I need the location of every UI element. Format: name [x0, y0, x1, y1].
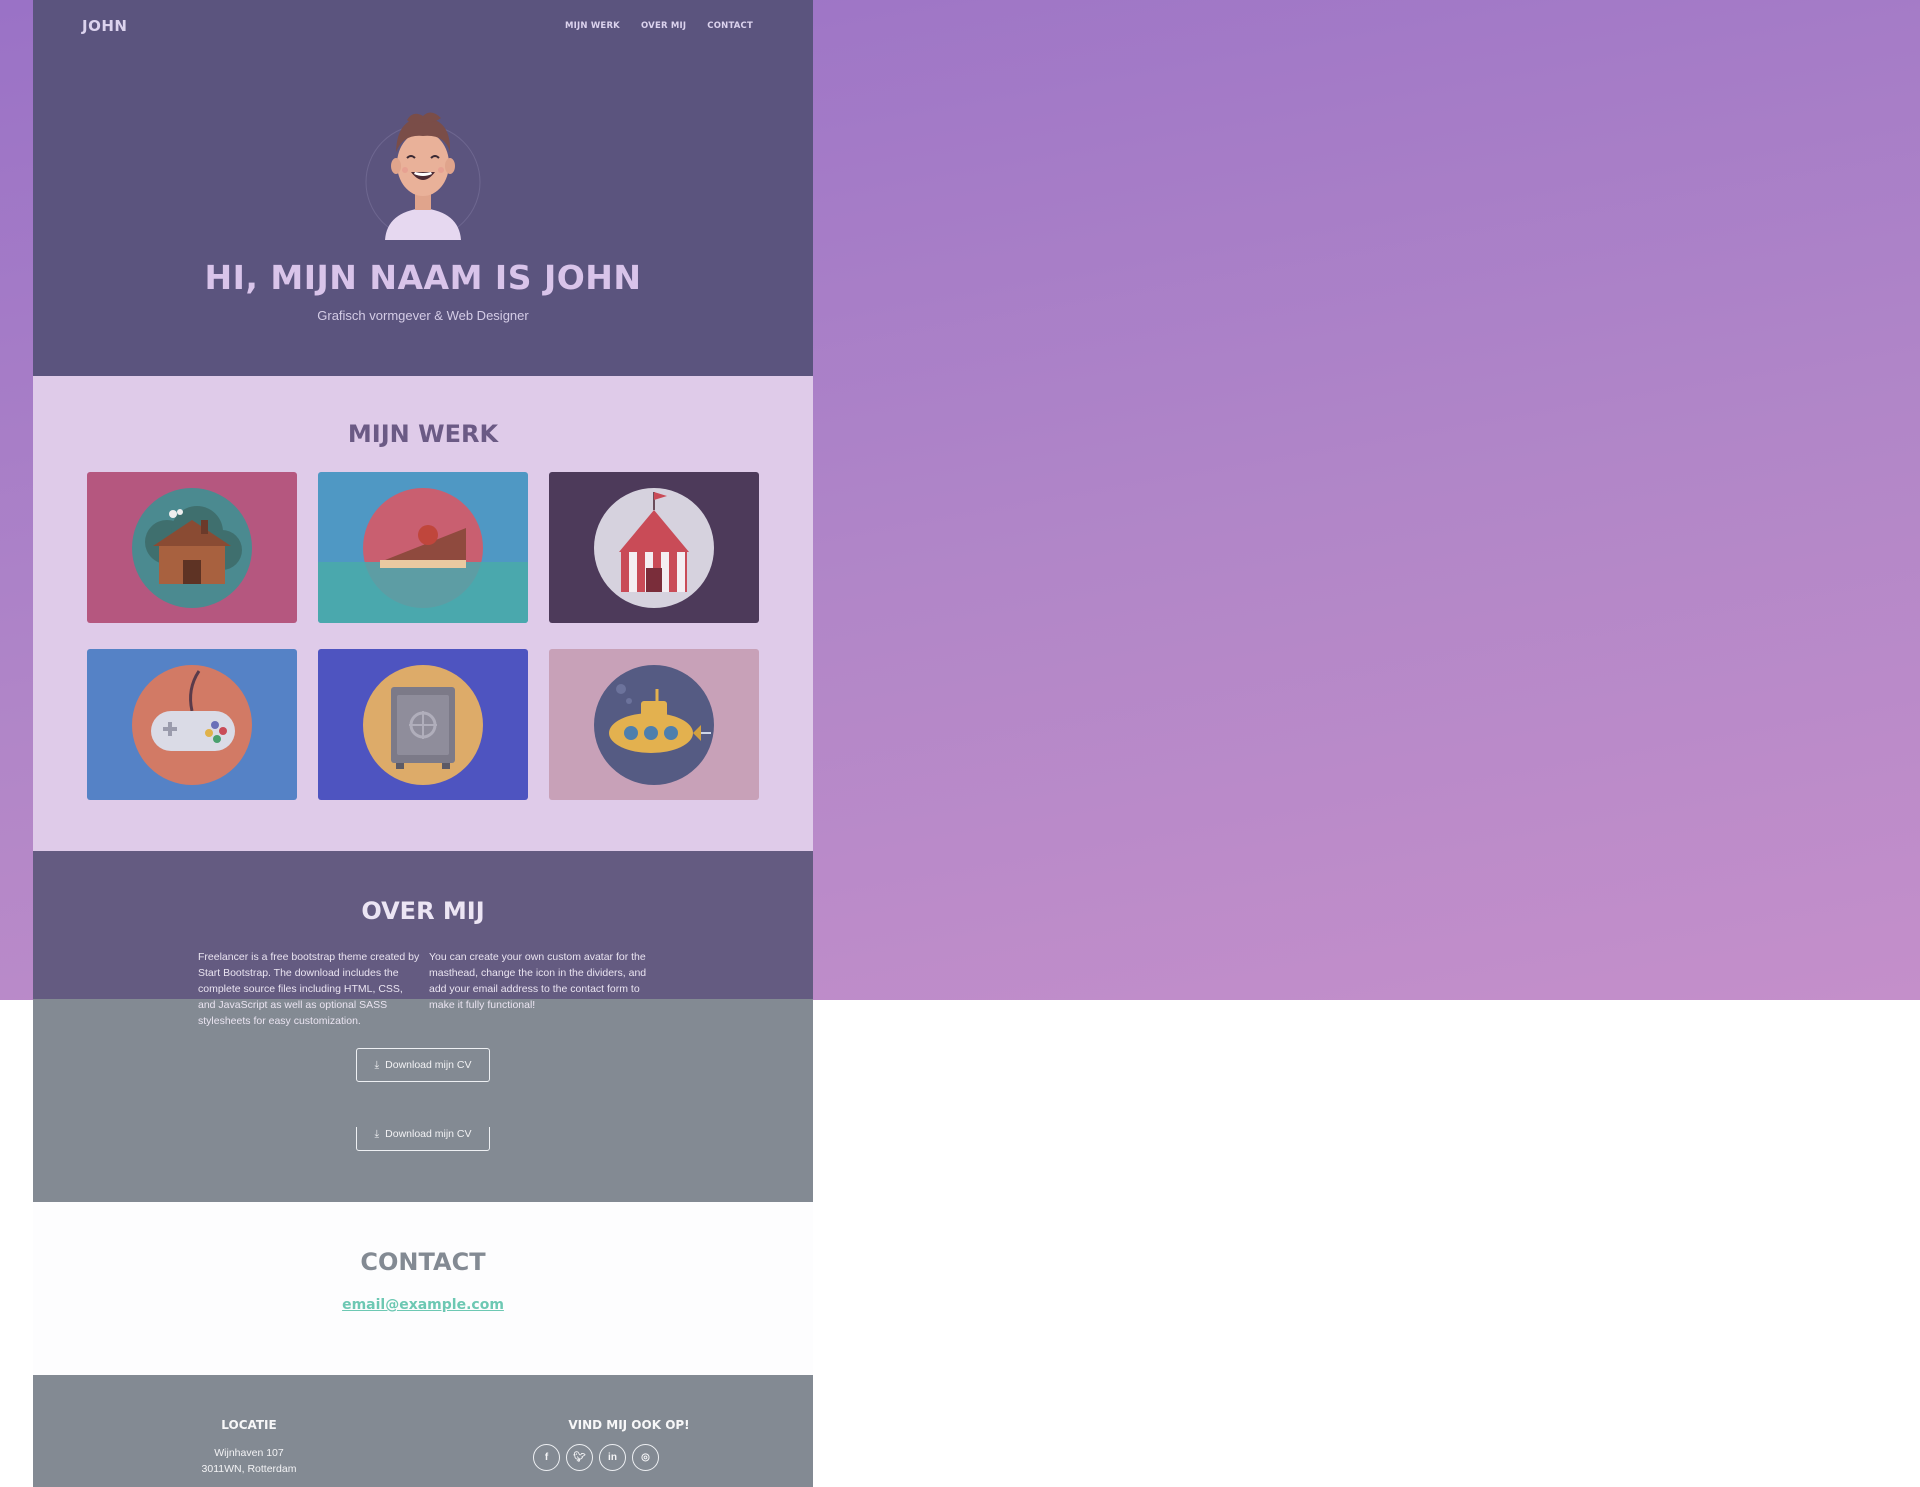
- submarine-icon: [594, 665, 714, 785]
- contact-title: CONTACT: [360, 1248, 486, 1276]
- about-overlay-band: [33, 999, 813, 1202]
- about-section: OVER MIJ Freelancer is a free bootstrap …: [33, 851, 813, 1202]
- portfolio-item-cabin[interactable]: [87, 472, 297, 623]
- download-cv-button-duplicate-wrapper: ⤓ Download mijn CV: [33, 1127, 813, 1157]
- contact-section: CONTACT email@example.com: [33, 1202, 813, 1375]
- hero-subtitle: Grafisch vormgever & Web Designer: [317, 308, 529, 323]
- footer: LOCATIE Wijnhaven 107 3011WN, Rotterdam …: [33, 1375, 813, 1487]
- footer-address-line1: Wijnhaven 107: [214, 1447, 284, 1459]
- download-cv-button[interactable]: ⤓ Download mijn CV: [356, 1048, 490, 1082]
- cake-icon: [318, 488, 528, 623]
- avatar-illustration: [365, 112, 481, 240]
- portfolio-item-cake[interactable]: [318, 472, 528, 623]
- portfolio-item-circus[interactable]: [549, 472, 759, 623]
- cabin-icon: [132, 488, 252, 608]
- download-cv-label: Download mijn CV: [385, 1128, 472, 1140]
- dribbble-icon[interactable]: ◎: [632, 1444, 659, 1471]
- game-controller-icon: [132, 665, 252, 785]
- footer-social-title: VIND MIJ OOK OP!: [568, 1418, 690, 1432]
- footer-address: Wijnhaven 107 3011WN, Rotterdam: [149, 1445, 349, 1477]
- hero-title: HI, MIJN NAAM IS JOHN: [204, 258, 642, 297]
- safe-icon: [363, 665, 483, 785]
- portfolio-section: MIJN WERK: [33, 376, 813, 851]
- portfolio-item-submarine[interactable]: [549, 649, 759, 800]
- footer-location-title: LOCATIE: [221, 1418, 277, 1432]
- circus-icon: [594, 488, 714, 608]
- twitter-icon[interactable]: 🐦︎: [566, 1444, 593, 1471]
- footer-address-line2: 3011WN, Rotterdam: [201, 1463, 297, 1475]
- download-cv-label: Download mijn CV: [385, 1059, 472, 1071]
- facebook-icon[interactable]: f: [533, 1444, 560, 1471]
- nav-link-over-mij[interactable]: OVER MIJ: [641, 21, 686, 31]
- download-icon: ⤓: [374, 1127, 380, 1140]
- contact-email-link[interactable]: email@example.com: [342, 1297, 504, 1313]
- social-links: f 🐦︎ in ◎: [533, 1444, 659, 1471]
- contact-email-wrapper: email@example.com: [33, 1297, 813, 1313]
- portfolio-title: MIJN WERK: [347, 420, 499, 448]
- portfolio-item-game[interactable]: [87, 649, 297, 800]
- brand-logo[interactable]: JOHN: [82, 17, 127, 35]
- about-text-left: Freelancer is a free bootstrap theme cre…: [198, 951, 420, 1027]
- masthead: JOHN MIJN WERK OVER MIJ CONTACT HI, MIJN…: [33, 0, 813, 376]
- main-nav: MIJN WERK OVER MIJ CONTACT: [565, 21, 753, 31]
- nav-link-contact[interactable]: CONTACT: [707, 21, 753, 31]
- page-container: JOHN MIJN WERK OVER MIJ CONTACT HI, MIJN…: [33, 0, 813, 1487]
- download-cv-button-duplicate[interactable]: ⤓ Download mijn CV: [356, 1127, 490, 1151]
- portfolio-item-safe[interactable]: [318, 649, 528, 800]
- about-text-right: You can create your own custom avatar fo…: [429, 951, 647, 1011]
- linkedin-icon[interactable]: in: [599, 1444, 626, 1471]
- nav-link-mijn-werk[interactable]: MIJN WERK: [565, 21, 620, 31]
- download-icon: ⤓: [374, 1058, 380, 1071]
- about-title: OVER MIJ: [361, 897, 485, 925]
